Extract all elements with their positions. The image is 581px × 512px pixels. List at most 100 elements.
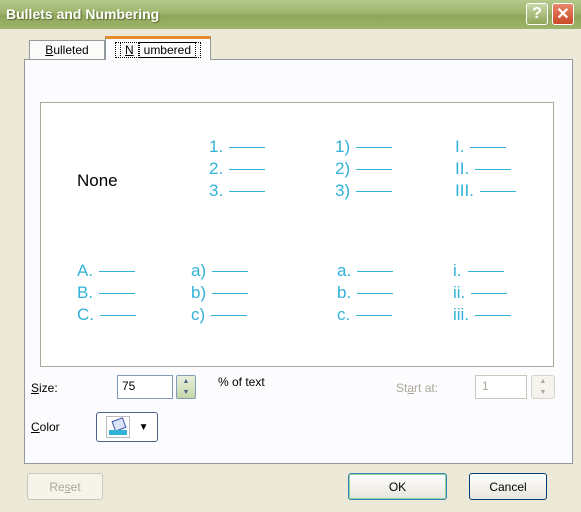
help-button[interactable]: ?	[526, 3, 548, 25]
list-item: I.	[455, 136, 516, 158]
spin-down-icon[interactable]: ▼	[177, 387, 195, 398]
marker: c)	[191, 305, 206, 324]
marker: a)	[191, 261, 207, 280]
reset-button[interactable]: Re s et	[27, 473, 103, 500]
dialog-title: Bullets and Numbering	[6, 6, 160, 22]
list-item: 3)	[335, 180, 393, 202]
line-dash	[229, 146, 266, 148]
line-dash	[99, 292, 136, 294]
size-input[interactable]: 75	[117, 375, 173, 399]
list-item: a)	[191, 260, 249, 282]
style-alpha-lower-period[interactable]: a. b. c.	[337, 260, 394, 326]
marker: C.	[77, 305, 94, 324]
list-item: 1.	[209, 136, 266, 158]
style-numeric-period[interactable]: 1. 2. 3.	[209, 136, 266, 202]
title-bar: Bullets and Numbering ? ✕	[0, 0, 581, 30]
line-dash	[211, 314, 248, 316]
style-none[interactable]: None	[77, 171, 118, 191]
marker: i.	[453, 261, 462, 280]
close-icon: ✕	[556, 6, 570, 23]
start-at-label: Start at:	[396, 381, 438, 395]
close-button[interactable]: ✕	[552, 3, 574, 25]
style-alpha-lower-paren[interactable]: a) b) c)	[191, 260, 249, 326]
line-dash	[229, 168, 266, 170]
marker: II.	[455, 159, 470, 178]
list-item: 3.	[209, 180, 266, 202]
reset-label-post: et	[70, 479, 81, 494]
list-item: c.	[337, 304, 393, 326]
spin-down-icon[interactable]: ▼	[532, 387, 554, 398]
start-at-label-pre: St	[396, 381, 408, 395]
size-suffix: % of text	[218, 375, 265, 389]
color-swatch	[108, 430, 127, 435]
line-dash	[212, 292, 249, 294]
list-item: 2)	[335, 158, 393, 180]
list-item: III.	[455, 180, 516, 202]
line-dash	[475, 168, 512, 170]
list-item: i.	[453, 260, 511, 282]
line-dash	[356, 190, 393, 192]
marker: 1.	[209, 137, 224, 156]
line-dash	[229, 190, 266, 192]
ok-button[interactable]: OK	[348, 473, 447, 500]
marker: b)	[191, 283, 207, 302]
numbering-style-gallery: None 1. 2. 3. 1) 2) 3) I. II. III. A. B.…	[40, 102, 554, 367]
list-item: ii.	[453, 282, 511, 304]
cancel-button[interactable]: Cancel	[469, 473, 547, 500]
style-numeric-paren[interactable]: 1) 2) 3)	[335, 136, 393, 202]
marker: B.	[77, 283, 94, 302]
color-picker-button[interactable]: ▼	[96, 412, 158, 442]
line-dash	[470, 146, 507, 148]
list-item: B.	[77, 282, 136, 304]
start-at-spinner[interactable]: ▲ ▼	[531, 375, 555, 399]
marker: A.	[77, 261, 94, 280]
spin-up-icon[interactable]: ▲	[177, 376, 195, 387]
start-at-input[interactable]: 1	[475, 375, 527, 399]
marker: a.	[337, 261, 352, 280]
size-label-mnemonic: S	[31, 381, 40, 395]
style-alpha-upper[interactable]: A. B. C.	[77, 260, 136, 326]
marker: III.	[455, 181, 474, 200]
chevron-down-icon: ▼	[138, 421, 149, 433]
size-label: Size:	[31, 381, 58, 395]
tab-numbered[interactable]: Numbered	[105, 36, 211, 60]
style-roman-upper[interactable]: I. II. III.	[455, 136, 516, 202]
spin-up-icon[interactable]: ▲	[532, 376, 554, 387]
tab-numbered-mnemonic: N	[119, 41, 139, 58]
list-item: A.	[77, 260, 136, 282]
color-label-text: olor	[39, 420, 60, 434]
line-dash	[357, 270, 394, 272]
marker: I.	[455, 137, 465, 156]
list-item: b)	[191, 282, 249, 304]
start-at-label-post: rt at:	[414, 381, 439, 395]
tab-numbered-text: umbered	[138, 41, 197, 58]
reset-label-pre: Re	[49, 479, 65, 494]
line-dash	[100, 314, 136, 316]
color-label: Color	[31, 420, 60, 434]
line-dash	[356, 314, 393, 316]
line-dash	[467, 270, 504, 272]
list-item: II.	[455, 158, 516, 180]
list-item: 2.	[209, 158, 266, 180]
marker: ii.	[453, 283, 466, 302]
paint-bucket-icon	[105, 416, 130, 438]
style-roman-lower[interactable]: i. ii. iii.	[453, 260, 512, 326]
marker: 2)	[335, 159, 351, 178]
list-item: 1)	[335, 136, 393, 158]
tab-numbered-label: Numbered	[114, 41, 202, 58]
size-label-text: ize:	[39, 381, 58, 395]
marker: 3)	[335, 181, 351, 200]
marker: 3.	[209, 181, 224, 200]
tab-bulleted-label: Bulleted	[45, 43, 88, 57]
line-dash	[471, 292, 508, 294]
tab-bulleted[interactable]: Bulleted	[29, 40, 105, 59]
size-spinner[interactable]: ▲ ▼	[176, 375, 196, 399]
list-item: iii.	[453, 304, 512, 326]
line-dash	[99, 270, 136, 272]
line-dash	[479, 190, 516, 192]
line-dash	[356, 168, 393, 170]
marker: 1)	[335, 137, 351, 156]
marker: b.	[337, 283, 352, 302]
marker: iii.	[453, 305, 470, 324]
line-dash	[356, 146, 393, 148]
